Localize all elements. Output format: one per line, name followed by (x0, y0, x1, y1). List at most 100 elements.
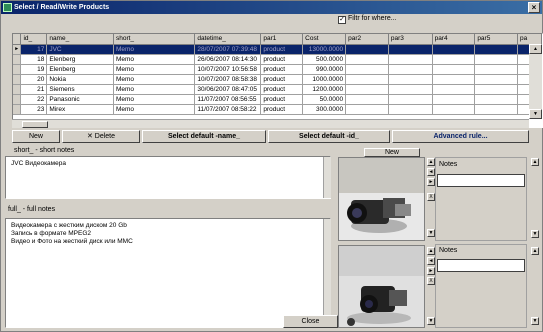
table-row[interactable]: 20 Nokia Memo 10/07/2007 08:58:38 product 100… (13, 74, 542, 85)
scroll-thumb[interactable] (22, 121, 48, 128)
image2-right-icon[interactable]: ► (427, 267, 435, 275)
table-cell[interactable]: 18 (20, 54, 48, 65)
close-window-button[interactable]: × (528, 2, 540, 13)
table-cell[interactable]: 990.0000 (302, 64, 347, 75)
table-cell[interactable]: Memo (113, 54, 196, 65)
table-cell[interactable]: product (260, 74, 304, 85)
table-cell[interactable]: Memo (113, 94, 196, 105)
select-default-id-button[interactable]: Select default -id_ (268, 130, 390, 143)
table-cell[interactable] (345, 44, 389, 55)
close-button[interactable]: Close (283, 315, 338, 328)
column-header[interactable]: par2 (345, 34, 389, 45)
table-cell[interactable] (388, 44, 433, 55)
table-cell[interactable]: 26/06/2007 08:14:30 (194, 54, 262, 65)
table-cell[interactable] (432, 94, 476, 105)
table-cell[interactable]: Panasonic (46, 94, 114, 105)
image1-up-icon[interactable]: ▲ (427, 158, 435, 166)
products-grid[interactable]: id_ name_ short_ datetime_ par1 Cost par2 par3 p… (12, 33, 543, 128)
table-cell[interactable] (474, 104, 519, 115)
table-cell[interactable]: Memo (113, 64, 196, 75)
select-default-name-button[interactable]: Select default -name_ (142, 130, 266, 143)
column-header[interactable]: short_ (113, 34, 196, 45)
table-cell[interactable] (388, 74, 433, 85)
table-cell[interactable] (345, 84, 389, 95)
table-cell[interactable]: Memo (113, 74, 196, 85)
table-cell[interactable] (474, 64, 519, 75)
image2-delete-button[interactable]: X (427, 277, 435, 285)
table-row[interactable]: 23 Mirex Memo 11/07/2007 08:58:22 product 300… (13, 104, 542, 115)
column-header[interactable]: id_ (20, 34, 48, 45)
table-cell[interactable]: 300.0000 (302, 104, 347, 115)
table-cell[interactable]: 17 (20, 44, 48, 55)
table-cell[interactable]: 10/07/2007 10:56:58 (194, 64, 262, 75)
table-cell[interactable]: 21 (20, 84, 48, 95)
table-cell[interactable]: 30/06/2007 08:47:05 (194, 84, 262, 95)
image2-notes-input[interactable] (437, 259, 525, 272)
table-cell[interactable]: 23 (20, 104, 48, 115)
table-cell[interactable] (388, 54, 433, 65)
table-row[interactable]: 21 Siemens Memo 30/06/2007 08:47:05 product 1… (13, 84, 542, 95)
side-down-icon-2[interactable]: ▼ (531, 317, 539, 325)
column-header[interactable]: datetime_ (194, 34, 262, 45)
table-cell[interactable]: Siemens (46, 84, 114, 95)
column-header[interactable]: par1 (260, 34, 304, 45)
column-header[interactable]: name_ (46, 34, 114, 45)
column-header[interactable]: par4 (432, 34, 476, 45)
scroll-down-icon[interactable]: ▼ (529, 109, 542, 119)
table-cell[interactable]: product (260, 84, 304, 95)
image2-up-icon[interactable]: ▲ (427, 247, 435, 255)
column-header[interactable]: par3 (388, 34, 433, 45)
table-cell[interactable] (432, 104, 476, 115)
table-cell[interactable]: 19 (20, 64, 48, 75)
table-row[interactable]: ► 17 JVC Memo 28/07/2007 07:39:48 product 1300… (13, 44, 542, 55)
image2-down-icon[interactable]: ▼ (427, 317, 435, 325)
grid-horizontal-scrollbar[interactable] (12, 119, 529, 128)
column-header[interactable]: pa (517, 34, 542, 45)
new-button[interactable]: New (12, 130, 60, 143)
table-cell[interactable] (345, 54, 389, 65)
full-notes-scrollbar[interactable] (323, 219, 331, 327)
table-row[interactable]: 22 Panasonic Memo 11/07/2007 08:56:55 produc… (13, 94, 542, 105)
table-cell[interactable]: 1000.0000 (302, 74, 347, 85)
side-up-icon[interactable]: ▲ (531, 158, 539, 166)
table-cell[interactable]: Elenberg (46, 54, 114, 65)
table-cell[interactable] (388, 84, 433, 95)
table-cell[interactable] (345, 104, 389, 115)
table-cell[interactable] (345, 64, 389, 75)
table-cell[interactable]: 11/07/2007 08:56:55 (194, 94, 262, 105)
table-cell[interactable] (388, 94, 433, 105)
side-down-icon[interactable]: ▼ (531, 230, 539, 238)
table-cell[interactable]: Memo (113, 84, 196, 95)
table-cell[interactable]: product (260, 104, 304, 115)
advanced-rule-button[interactable]: Advanced rule... (392, 130, 529, 143)
table-cell[interactable]: Nokia (46, 74, 114, 85)
table-cell[interactable] (388, 64, 433, 75)
table-cell[interactable]: 13000.0000 (302, 44, 347, 55)
image1-notes-input[interactable] (437, 174, 525, 187)
table-cell[interactable]: product (260, 94, 304, 105)
full-notes-textarea[interactable]: Видеокамера с жестким диском 20 Gb Запис… (5, 218, 331, 328)
short-notes-textarea[interactable]: JVC Видеокамера (5, 156, 331, 199)
image1-down-icon[interactable]: ▼ (427, 229, 435, 237)
table-cell[interactable]: Memo (113, 44, 196, 55)
table-cell[interactable] (345, 94, 389, 105)
image1-delete-button[interactable]: X (427, 193, 435, 201)
table-cell[interactable] (432, 44, 476, 55)
table-cell[interactable] (432, 54, 476, 65)
filter-checkbox[interactable]: ✓ (338, 16, 346, 24)
image1-right-icon[interactable]: ► (427, 178, 435, 186)
column-header[interactable]: Cost (302, 34, 347, 45)
table-cell[interactable]: product (260, 54, 304, 65)
column-header[interactable]: par5 (474, 34, 519, 45)
table-cell[interactable] (432, 84, 476, 95)
table-cell[interactable] (474, 84, 519, 95)
table-cell[interactable]: 11/07/2007 08:58:22 (194, 104, 262, 115)
table-cell[interactable]: 28/07/2007 07:39:48 (194, 44, 262, 55)
table-cell[interactable]: Memo (113, 104, 196, 115)
image2-left-icon[interactable]: ◄ (427, 257, 435, 265)
table-cell[interactable]: Elenberg (46, 64, 114, 75)
grid-vertical-scrollbar[interactable]: ▲ ▼ (529, 44, 542, 119)
table-cell[interactable]: 20 (20, 74, 48, 85)
delete-button[interactable]: ✕ Delete (62, 130, 140, 143)
new-image-button[interactable]: New (364, 148, 420, 157)
